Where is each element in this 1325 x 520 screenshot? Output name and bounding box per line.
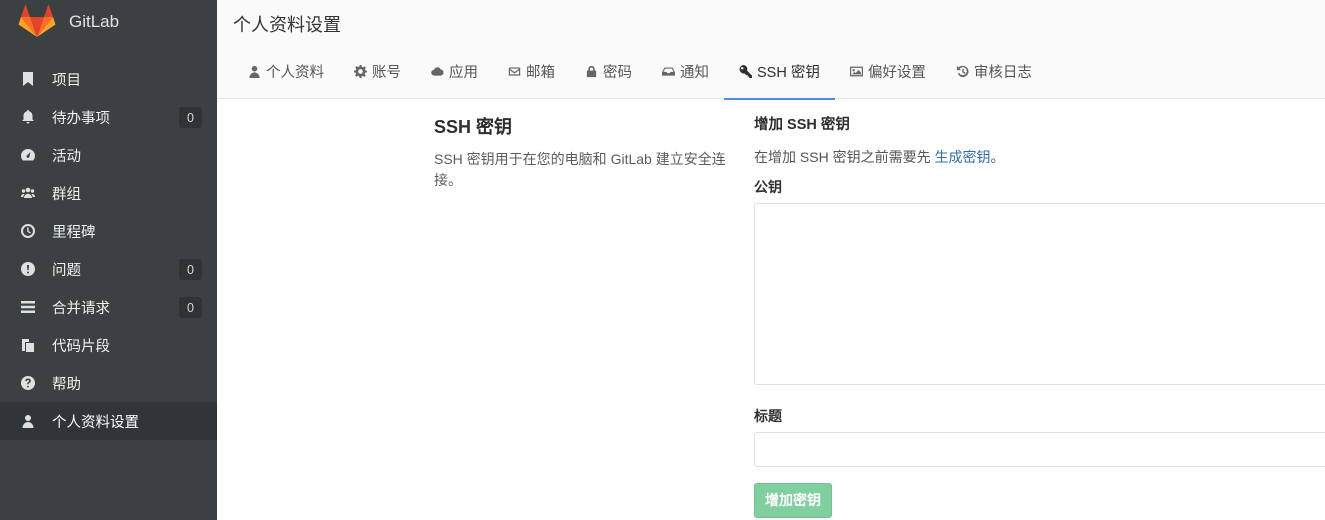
tab-applications[interactable]: 应用: [416, 44, 493, 99]
tab-label: 通知: [680, 65, 709, 81]
sidebar-item-help[interactable]: 帮助: [0, 364, 217, 402]
tab-password[interactable]: 密码: [570, 44, 647, 99]
image-icon: [849, 66, 863, 77]
sidebar-item-activity[interactable]: 活动: [0, 136, 217, 174]
lock-icon: [586, 65, 597, 78]
issues-count-badge: 0: [179, 259, 202, 280]
sidebar-nav: 项目 待办事项 0 活动 群组 里程碑 问题 0 合并请求 0 代码片段 帮助 …: [0, 60, 217, 440]
tab-account[interactable]: 账号: [339, 44, 416, 99]
gear-icon: [354, 65, 367, 78]
users-icon: [20, 185, 36, 201]
tab-label: 密码: [603, 65, 632, 81]
title-input[interactable]: [754, 432, 1325, 467]
key-icon: [739, 65, 752, 78]
generate-key-link[interactable]: 生成密钥: [934, 149, 990, 165]
sidebar-item-projects[interactable]: 项目: [0, 60, 217, 98]
tab-label: 偏好设置: [867, 65, 926, 81]
sidebar-item-label: 问题: [52, 262, 81, 279]
tab-label: 邮箱: [526, 65, 555, 81]
tab-label: 个人资料: [266, 65, 324, 81]
form-heading: 增加 SSH 密钥: [754, 117, 850, 133]
clipboard-icon: [20, 337, 36, 353]
sidebar-item-merge-requests[interactable]: 合并请求 0: [0, 288, 217, 326]
sidebar-item-label: 合并请求: [52, 300, 110, 317]
page-header: 个人资料设置 个人资料 账号 应用 邮箱 密码 通知 SSH 密钥 偏好设置 审…: [217, 0, 1325, 100]
sidebar-item-label: 里程碑: [52, 224, 96, 241]
tab-audit-log[interactable]: 审核日志: [941, 44, 1047, 99]
sidebar-item-todos[interactable]: 待办事项 0: [0, 98, 217, 136]
user-icon: [20, 413, 36, 429]
tab-profile[interactable]: 个人资料: [233, 44, 339, 99]
tab-label: SSH 密钥: [757, 65, 820, 81]
exclamation-circle-icon: [20, 261, 36, 277]
tab-ssh-keys[interactable]: SSH 密钥: [724, 44, 835, 100]
form-hint-suffix: 。: [990, 149, 1005, 165]
tab-emails[interactable]: 邮箱: [493, 44, 570, 99]
page-title: 个人资料设置: [233, 15, 341, 35]
bookmark-icon: [20, 71, 36, 87]
sidebar-item-issues[interactable]: 问题 0: [0, 250, 217, 288]
dashboard-icon: [20, 147, 36, 163]
brand[interactable]: GitLab: [0, 0, 217, 44]
merge-requests-count-badge: 0: [179, 297, 202, 318]
sidebar-item-milestones[interactable]: 里程碑: [0, 212, 217, 250]
cloud-icon: [431, 67, 444, 76]
public-key-label: 公钥: [754, 179, 782, 195]
list-icon: [20, 299, 36, 315]
sidebar-item-groups[interactable]: 群组: [0, 174, 217, 212]
bell-icon: [20, 109, 36, 125]
public-key-textarea[interactable]: [754, 203, 1325, 385]
tab-label: 应用: [449, 65, 478, 81]
section-title: SSH 密钥: [434, 117, 513, 137]
sidebar-item-label: 群组: [52, 186, 81, 203]
sidebar-item-label: 个人资料设置: [52, 414, 139, 431]
section-desc: SSH 密钥用于在您的电脑和 GitLab 建立安全连接。: [434, 151, 726, 188]
history-icon: [956, 65, 969, 78]
sidebar-item-label: 代码片段: [52, 338, 110, 355]
sidebar-item-snippets[interactable]: 代码片段: [0, 326, 217, 364]
brand-name: GitLab: [69, 12, 120, 31]
sidebar: GitLab 项目 待办事项 0 活动 群组 里程碑 问题 0 合并请求 0 代…: [0, 0, 217, 520]
sidebar-item-label: 帮助: [52, 376, 81, 393]
envelope-icon: [508, 67, 521, 76]
sidebar-item-label: 活动: [52, 148, 81, 165]
user-icon: [249, 65, 260, 78]
form-hint: 在增加 SSH 密钥之前需要先 生成密钥。: [754, 147, 1325, 167]
inbox-icon: [662, 67, 675, 76]
sidebar-item-profile-settings[interactable]: 个人资料设置: [0, 402, 217, 440]
section-description: SSH 密钥 SSH 密钥用于在您的电脑和 GitLab 建立安全连接。: [434, 113, 734, 191]
todos-count-badge: 0: [179, 107, 202, 128]
sidebar-item-label: 项目: [52, 72, 81, 89]
form-hint-text: 在增加 SSH 密钥之前需要先: [754, 149, 935, 165]
settings-tabs: 个人资料 账号 应用 邮箱 密码 通知 SSH 密钥 偏好设置 审核日志: [233, 44, 1047, 100]
clock-icon: [20, 223, 36, 239]
title-label: 标题: [754, 408, 782, 424]
sidebar-item-label: 待办事项: [52, 110, 110, 127]
tab-label: 审核日志: [973, 65, 1032, 81]
tab-preferences[interactable]: 偏好设置: [835, 44, 941, 99]
question-circle-icon: [20, 375, 36, 391]
add-ssh-key-form: 增加 SSH 密钥 在增加 SSH 密钥之前需要先 生成密钥。 公钥 标题 增加…: [754, 113, 1325, 518]
tab-label: 账号: [372, 65, 401, 81]
add-key-button[interactable]: 增加密钥: [754, 483, 832, 518]
tab-notifications[interactable]: 通知: [647, 44, 724, 99]
gitlab-logo-icon: [18, 4, 56, 37]
